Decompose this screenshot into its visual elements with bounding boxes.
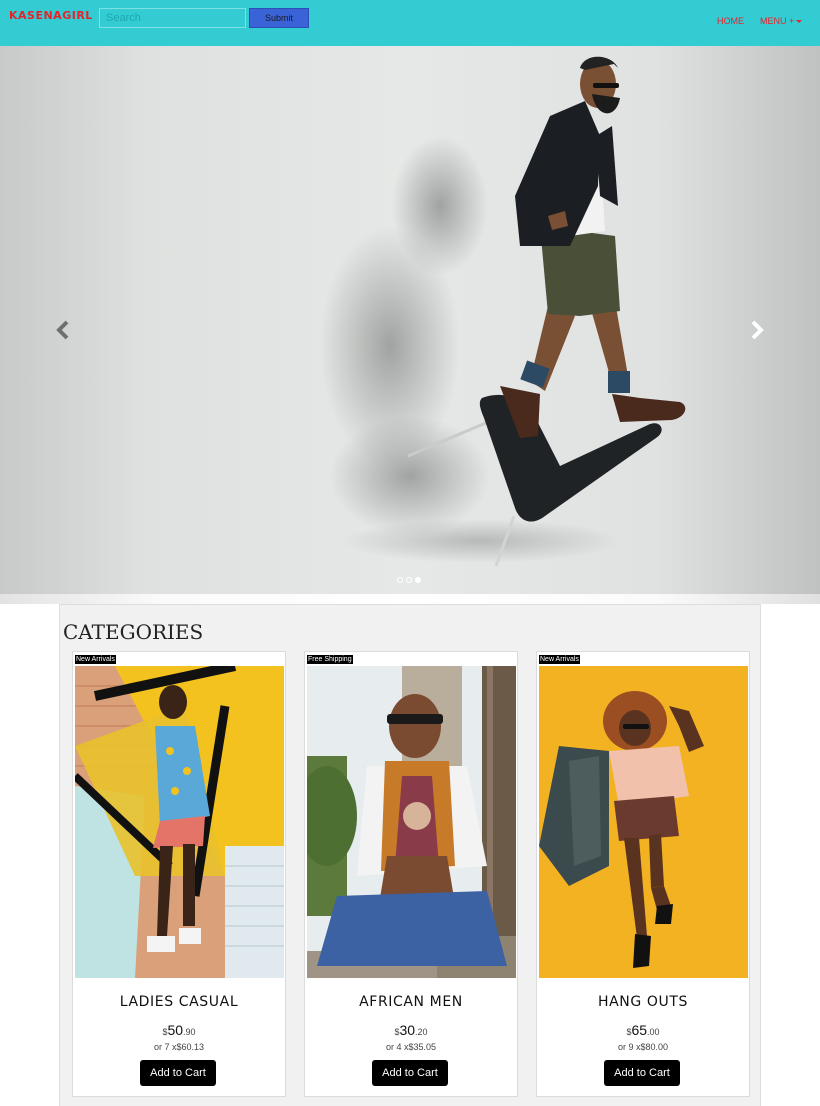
category-card-ladies-casual[interactable]: New Arrivals LADIES CASUAL $50.90 or 7 x… xyxy=(72,651,286,1097)
price-whole: 30 xyxy=(399,1022,416,1038)
nav-menu-label: MENU + xyxy=(760,16,795,26)
price-whole: 65 xyxy=(631,1022,648,1038)
category-badge: New Arrivals xyxy=(539,655,580,664)
category-installment: or 7 x$60.13 xyxy=(153,1042,205,1052)
category-name[interactable]: HANG OUTS xyxy=(537,994,749,1010)
search-input[interactable] xyxy=(99,8,246,28)
category-installment: or 9 x$80.00 xyxy=(617,1042,669,1052)
category-image[interactable] xyxy=(307,666,516,978)
category-image[interactable] xyxy=(75,666,284,978)
categories-section: CATEGORIES New Arrivals LADIES CASUAL $5… xyxy=(59,604,761,1106)
price-cents: .90 xyxy=(183,1027,196,1037)
price-whole: 50 xyxy=(167,1022,184,1038)
add-to-cart-button[interactable]: Add to Cart xyxy=(372,1060,448,1086)
carousel-bottom-fade xyxy=(0,594,820,604)
nav-menu-dropdown[interactable]: MENU + xyxy=(760,16,803,26)
category-image[interactable] xyxy=(539,666,748,978)
add-to-cart-button[interactable]: Add to Cart xyxy=(140,1060,216,1086)
category-price: $65.00 xyxy=(537,1022,749,1040)
search-submit-button[interactable]: Submit xyxy=(249,8,309,28)
category-badge: New Arrivals xyxy=(75,655,116,664)
hero-carousel xyxy=(0,46,820,594)
top-navbar: KASENAGIRL Submit HOME MENU + xyxy=(0,0,820,46)
carousel-indicator-2[interactable] xyxy=(406,577,412,583)
category-price: $30.20 xyxy=(305,1022,517,1040)
category-badge: Free Shipping xyxy=(307,655,353,664)
category-installment: or 4 x$35.05 xyxy=(385,1042,437,1052)
categories-title: CATEGORIES xyxy=(63,620,204,644)
carousel-indicators xyxy=(397,577,421,583)
brand-logo[interactable]: KASENAGIRL xyxy=(9,9,93,22)
price-cents: .20 xyxy=(415,1027,428,1037)
carousel-indicator-1[interactable] xyxy=(397,577,403,583)
chevron-left-icon[interactable] xyxy=(53,318,73,342)
price-cents: .00 xyxy=(647,1027,660,1037)
add-to-cart-button[interactable]: Add to Cart xyxy=(604,1060,680,1086)
nav-home-link[interactable]: HOME xyxy=(717,16,744,26)
category-name[interactable]: LADIES CASUAL xyxy=(73,994,285,1010)
chevron-right-icon[interactable] xyxy=(747,318,767,342)
category-price: $50.90 xyxy=(73,1022,285,1040)
carousel-indicator-3[interactable] xyxy=(415,577,421,583)
category-card-african-men[interactable]: Free Shipping AFRICAN MEN $30.20 or 4 x$… xyxy=(304,651,518,1097)
caret-down-icon xyxy=(796,20,803,24)
category-card-hang-outs[interactable]: New Arrivals HANG OUTS $65.00 or 9 x$80.… xyxy=(536,651,750,1097)
category-name[interactable]: AFRICAN MEN xyxy=(305,994,517,1010)
hero-slide-image xyxy=(320,56,686,567)
